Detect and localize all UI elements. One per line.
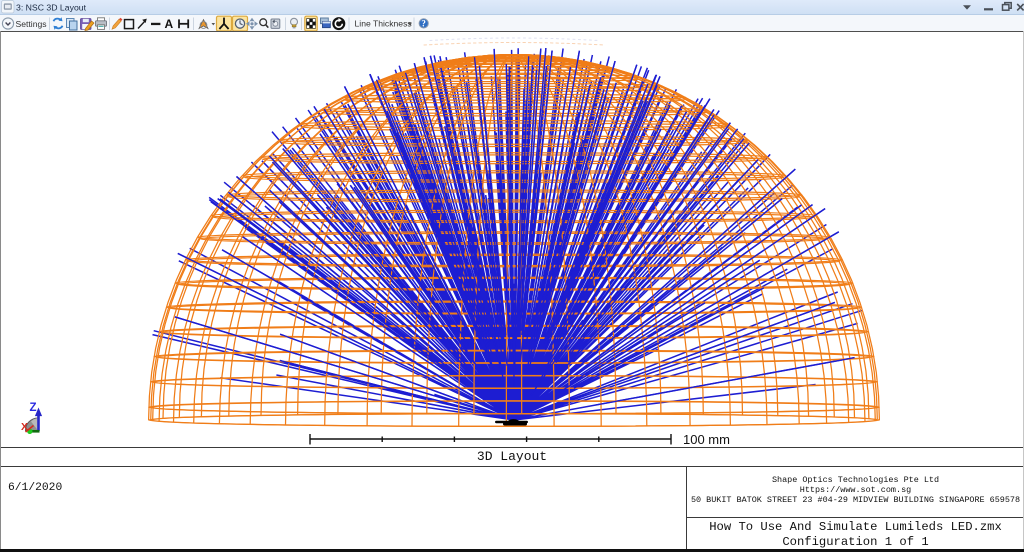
svg-text:Settings: Settings [16,19,47,29]
svg-text:Line Thickness: Line Thickness [355,19,412,29]
svg-text:100 mm: 100 mm [683,432,730,447]
svg-text:?: ? [421,19,426,29]
svg-text:3: NSC 3D Layout: 3: NSC 3D Layout [16,2,87,12]
svg-text:A: A [165,17,174,31]
svg-text:Z: Z [30,402,37,414]
